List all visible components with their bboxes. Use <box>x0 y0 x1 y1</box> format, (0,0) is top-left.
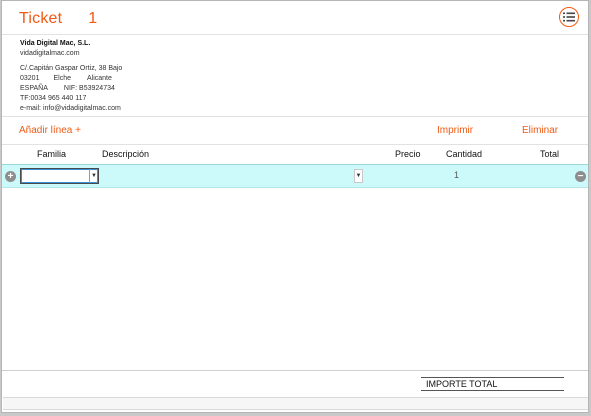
footer-divider <box>2 370 588 371</box>
company-city: Elche <box>53 75 71 82</box>
info-divider <box>2 116 588 117</box>
company-location: 03201 Elche Alicante <box>20 74 122 84</box>
list-menu-icon <box>563 12 575 22</box>
chevron-down-icon[interactable]: ▼ <box>89 169 98 183</box>
company-province: Alicante <box>86 75 112 82</box>
header-divider <box>2 34 588 35</box>
actions-divider <box>2 144 588 145</box>
minus-circle-icon[interactable]: − <box>575 171 586 182</box>
company-name: Vida Digital Mac, S.L. <box>20 40 91 47</box>
column-header-descripcion: Descripción <box>102 149 150 159</box>
company-country: ESPAÑA <box>20 85 48 92</box>
print-button[interactable]: Imprimir <box>437 125 473 136</box>
column-header-familia: Familia <box>37 149 67 159</box>
column-header-precio: Precio <box>395 149 421 159</box>
company-country-nif: ESPAÑA NIF: B53924734 <box>20 84 122 94</box>
chevron-down-icon: ▼ <box>355 173 362 179</box>
descripcion-value[interactable] <box>104 170 349 182</box>
column-header-cantidad: Cantidad <box>446 149 483 159</box>
company-phone: TF:0034 965 440 117 <box>20 95 87 102</box>
add-line-button[interactable]: Añadir línea + <box>19 125 81 136</box>
table-row[interactable]: + ▼ ▼ 1 − <box>2 164 588 188</box>
importe-total-label: IMPORTE TOTAL <box>421 377 564 391</box>
ticket-window: Ticket 1 Vida Digital Mac, S.L. vidadigit… <box>1 0 589 413</box>
company-email: e-mail: info@vidadigitalmac.com <box>20 105 121 112</box>
company-info: Vida Digital Mac, S.L. vidadigitalmac.co… <box>20 39 122 114</box>
company-website: vidadigitalmac.com <box>20 50 80 57</box>
company-address: C/.Capitán Gaspar Ortiz, 38 Bajo <box>20 65 123 72</box>
column-header-total: Total <box>540 149 560 159</box>
menu-button[interactable] <box>559 7 579 27</box>
ticket-label: Ticket <box>19 10 63 27</box>
plus-circle-icon[interactable]: + <box>5 171 16 182</box>
table-header: Familia Descripción Precio Cantidad Tota… <box>2 149 588 162</box>
company-nif: NIF: B53924734 <box>63 85 115 92</box>
page-title: Ticket 1 <box>19 10 97 28</box>
delete-button[interactable]: Eliminar <box>522 125 558 136</box>
horizontal-scrollbar[interactable] <box>3 397 588 410</box>
cantidad-value[interactable]: 1 <box>454 170 459 180</box>
ticket-number: 1 <box>88 10 98 27</box>
familia-select[interactable]: ▼ <box>20 168 99 184</box>
company-postal-code: 03201 <box>20 75 40 82</box>
descripcion-dropdown[interactable]: ▼ <box>354 169 363 183</box>
